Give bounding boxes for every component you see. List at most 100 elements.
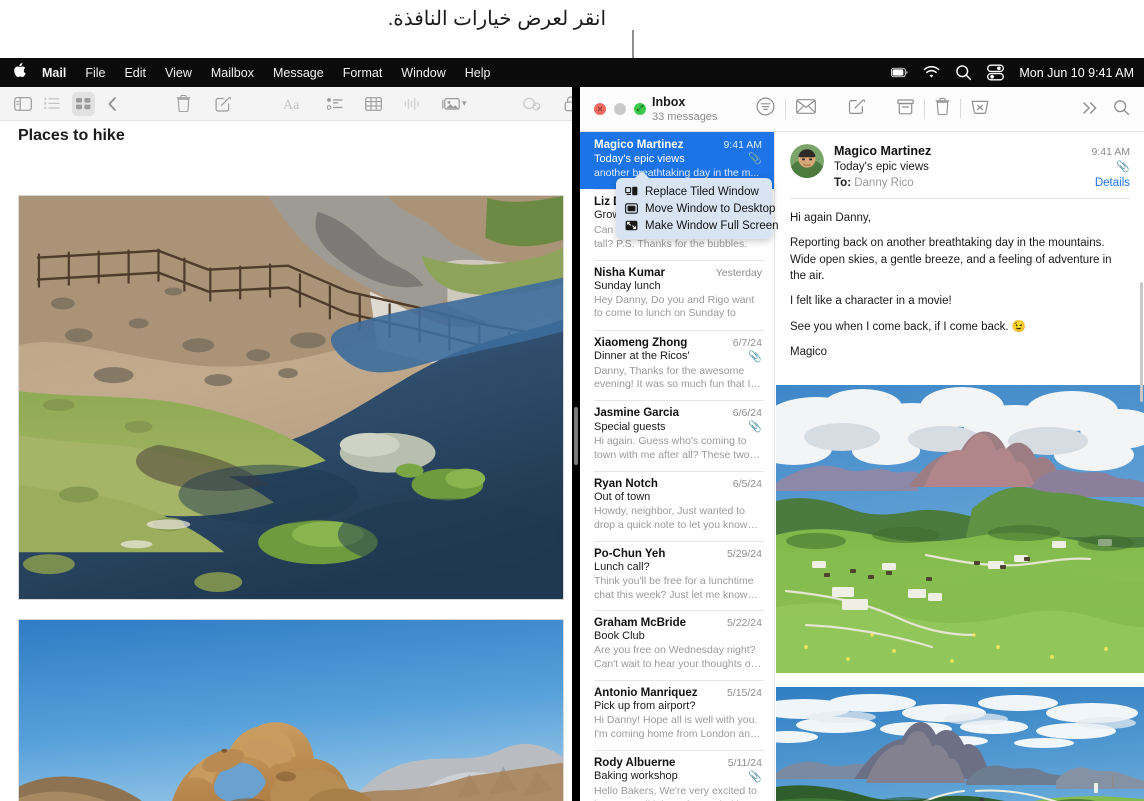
minimize-button[interactable] (614, 103, 626, 115)
message-preview: Hi Danny! Hope all is well with you. I'm… (594, 714, 761, 741)
menu-item-make-window-full-screen[interactable]: Make Window Full Screen (616, 217, 779, 234)
chevron-down-icon[interactable]: ▾ (462, 98, 467, 109)
details-link[interactable]: Details (1095, 177, 1130, 189)
mail-toolbar-buttons (756, 97, 989, 121)
message-subject: Baking workshop (594, 770, 678, 783)
sidebar-toggle-icon[interactable] (14, 92, 32, 116)
menu-item-view[interactable]: View (165, 66, 192, 80)
message-preview: Are you free on Wednesday night? Can't w… (594, 644, 762, 671)
filter-icon[interactable] (756, 97, 775, 121)
media-icon[interactable]: ▾ (442, 92, 467, 116)
message-date: 6/7/24 (732, 336, 762, 349)
control-center-icon[interactable] (987, 64, 1005, 81)
archive-icon[interactable] (897, 98, 914, 120)
back-icon[interactable] (107, 92, 118, 116)
close-button[interactable]: × (594, 103, 606, 115)
message-list-item[interactable]: Ryan Notch 6/5/24 Out of town Howdy, nei… (580, 471, 774, 541)
message-recipient: To: Danny Rico (834, 177, 914, 189)
message-date: 5/29/24 (726, 547, 762, 560)
apple-menu-icon[interactable] (12, 63, 26, 82)
message-list-item[interactable]: Rody Albuerne 5/11/24 Baking workshop 📎 … (580, 749, 774, 801)
menu-item-message[interactable]: Message (273, 66, 324, 80)
fullscreen-button[interactable]: ⤢ (634, 103, 646, 115)
svg-text:Aa: Aa (283, 98, 300, 111)
replace-tiled-window-icon (625, 185, 638, 198)
mail-unread-icon[interactable] (796, 99, 816, 119)
note-title: Places to hike (18, 127, 125, 144)
message-subject: Special guests (594, 420, 666, 433)
menu-item-replace-tiled-window[interactable]: Replace Tiled Window (616, 183, 772, 200)
mailbox-header: Inbox 33 messages (652, 95, 717, 123)
message-meta: Magico Martinez 9:41 AM Today's epic vie… (834, 144, 1130, 189)
split-view-grip[interactable] (574, 407, 578, 465)
message-date: 9:41 AM (723, 139, 762, 151)
message-preview: Danny, Thanks for the awesome evening! I… (594, 364, 761, 391)
battery-icon[interactable] (891, 64, 908, 81)
delete-icon[interactable] (935, 97, 950, 120)
audio-icon[interactable] (404, 92, 420, 116)
reading-pane-scrollbar[interactable] (1140, 282, 1143, 402)
menu-bar-status-area: Mon Jun 10 9:41 AM (891, 58, 1134, 87)
attachment-icon[interactable]: 📎 (1116, 160, 1130, 173)
trash-icon[interactable] (176, 92, 191, 116)
message-date: 6/5/24 (732, 478, 762, 491)
message-list-item[interactable]: Xiaomeng Zhong 6/7/24 Dinner at the Rico… (580, 329, 774, 401)
format-text-icon[interactable]: Aa (283, 92, 305, 116)
message-subject: Today's epic views (594, 152, 685, 165)
message-list-item[interactable]: Po-Chun Yeh 5/29/24 Lunch call? Think yo… (580, 540, 774, 611)
search-icon[interactable] (955, 64, 972, 81)
message-body: Hi again Danny, Reporting back on anothe… (776, 199, 1144, 360)
more-icon[interactable] (1082, 101, 1099, 120)
wifi-icon[interactable] (923, 64, 940, 81)
message-sender: Graham McBride (594, 617, 687, 630)
menu-item-file[interactable]: File (85, 66, 105, 80)
list-view-icon[interactable] (44, 92, 60, 116)
message-list-item[interactable]: Jasmine Garcia 6/6/24 Special guests 📎 H… (580, 400, 774, 471)
menu-item-move-window-to-desktop[interactable]: Move Window to Desktop (616, 200, 775, 217)
menu-bar-clock[interactable]: Mon Jun 10 9:41 AM (1019, 66, 1134, 80)
message-list-item[interactable]: Antonio Manriquez 5/15/24 Pick up from a… (580, 680, 774, 750)
message-sender: Nisha Kumar (594, 266, 665, 279)
split-view-divider[interactable] (572, 87, 580, 801)
compose-note-icon[interactable] (215, 92, 231, 116)
message-sender: Antonio Manriquez (594, 687, 698, 700)
window-options-popup-menu[interactable]: Replace Tiled Window Move Window to Desk… (616, 171, 779, 239)
message-preview: Think you'll be free for a lunchtime cha… (594, 574, 758, 601)
hot-creek-river-photo[interactable] (18, 195, 564, 600)
message-list-item[interactable]: Nisha Kumar Yesterday Sunday lunch Hey D… (580, 259, 774, 330)
attachment-icon: 📎 (748, 350, 762, 363)
menu-item-window[interactable]: Window (401, 66, 445, 80)
attachment-icon: 📎 (748, 421, 762, 434)
compose-icon[interactable] (848, 98, 866, 120)
menu-item-format[interactable]: Format (343, 66, 383, 80)
menu-item-label: Replace Tiled Window (645, 185, 759, 198)
gallery-view-icon[interactable] (72, 91, 95, 116)
table-icon[interactable] (365, 92, 382, 116)
junk-icon[interactable] (971, 99, 989, 120)
menu-item-help[interactable]: Help (465, 66, 491, 80)
message-date: 5/11/24 (727, 756, 762, 769)
dolomites-meadow-photo[interactable] (776, 385, 1144, 673)
collaborate-icon[interactable] (522, 92, 542, 116)
message-subject: Lunch call? (594, 560, 650, 573)
body-paragraph: Hi again Danny, (790, 212, 871, 224)
message-date: 6/6/24 (732, 407, 762, 420)
checklist-icon[interactable] (327, 92, 343, 116)
mobius-arch-photo[interactable] (18, 619, 564, 801)
search-icon[interactable] (1113, 99, 1130, 121)
body-paragraph: Reporting back on another breathtaking d… (790, 237, 1112, 282)
menu-item-edit[interactable]: Edit (124, 66, 146, 80)
mailbox-title: Inbox (652, 95, 686, 109)
menu-item-mail[interactable]: Mail (42, 66, 66, 80)
lock-icon[interactable]: ▾ (564, 92, 572, 116)
message-subject: Sunday lunch (594, 279, 661, 292)
message-preview: Howdy, neighbor, Just wanted to drop a q… (594, 505, 759, 531)
message-list-item[interactable]: Graham McBride 5/22/24 Book Club Are you… (580, 610, 774, 680)
message-reading-pane: Magico Martinez 9:41 AM Today's epic vie… (776, 132, 1144, 801)
menu-bar: Mail File Edit View Mailbox Message Form… (0, 58, 1144, 87)
body-paragraph: Magico (790, 345, 828, 358)
menu-item-mailbox[interactable]: Mailbox (211, 66, 254, 80)
dolomites-ridge-photo[interactable] (776, 687, 1144, 801)
message-sender: Ryan Notch (594, 478, 658, 491)
to-value: Danny Rico (854, 177, 914, 189)
